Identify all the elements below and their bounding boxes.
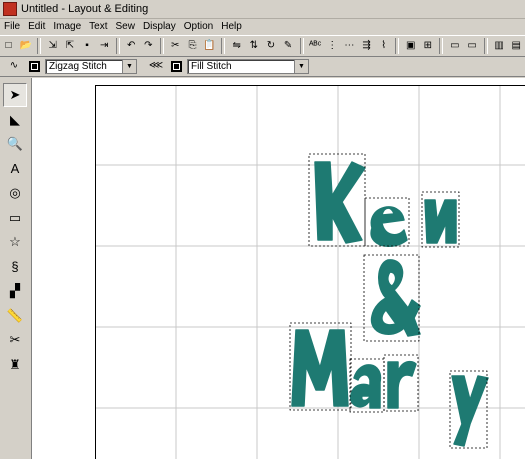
menu-help[interactable]: Help [217,21,246,32]
realistic-preview-icon[interactable]: ▭ [464,38,479,54]
property-icon[interactable]: ▥ [492,38,507,54]
arrange-icon[interactable]: ⋯ [342,38,357,54]
menu-text[interactable]: Text [85,21,111,32]
open-folder-icon[interactable]: 📂 [18,38,33,54]
send-to-card-icon[interactable]: ⇥ [97,38,112,54]
flip-icon[interactable]: ⇅ [246,38,261,54]
menu-edit[interactable]: Edit [24,21,49,32]
menu-image[interactable]: Image [49,21,85,32]
design-workspace[interactable] [32,78,525,459]
magic-wand-icon[interactable]: ✎ [281,38,296,54]
toolbar-separator [299,38,304,54]
chevron-down-icon[interactable]: ▼ [122,59,136,73]
undo-icon[interactable]: ↶ [124,38,139,54]
menu-option[interactable]: Option [180,21,217,32]
import-design-icon[interactable]: ⇱ [62,38,77,54]
line-color-swatch[interactable] [29,60,40,72]
rotate-icon[interactable]: ↻ [263,38,278,54]
help-icon[interactable]: ▤ [509,38,524,54]
toolbar-separator [115,38,120,54]
stitch-toolbar: ∿ Zigzag Stitch ▼ ⋘ Fill Stitch ▼ [0,56,525,77]
redo-icon[interactable]: ↷ [141,38,156,54]
mirror-icon[interactable]: ⇋ [229,38,244,54]
design-page-icon[interactable]: ▣ [403,38,418,54]
menu-bar: File Edit Image Text Sew Display Option … [0,19,525,34]
toolbar-separator [483,38,488,54]
paste-icon[interactable]: 📋 [202,38,217,54]
stamp-icon[interactable]: ♜ [3,353,27,377]
line-stitch-value: Zigzag Stitch [49,60,107,72]
import-icon[interactable]: ⇲ [45,38,60,54]
line-stitch-select[interactable]: Zigzag Stitch ▼ [45,58,137,74]
hoop-icon[interactable]: ⊞ [420,38,435,54]
toolbar-separator [37,38,42,54]
region-stitch-value: Fill Stitch [191,60,232,72]
copy-icon[interactable]: ⎘ [185,38,200,54]
menu-sew[interactable]: Sew [112,21,139,32]
point-edit-icon[interactable]: ◣ [3,108,27,132]
manual-punch-icon[interactable]: ✂ [3,328,27,352]
hoop-border [95,85,525,459]
preview-icon[interactable]: ▭ [447,38,462,54]
sewing-order-icon[interactable]: ⇶ [359,38,374,54]
region-color-swatch[interactable] [171,60,182,72]
toolbar-separator [395,38,400,54]
new-file-icon[interactable]: □ [1,38,16,54]
menu-file[interactable]: File [0,21,24,32]
toolbar-separator [439,38,444,54]
region-sew-icon[interactable]: ⋘ [148,58,164,74]
select-arrow-icon[interactable]: ➤ [3,83,27,107]
text-align-icon[interactable]: ⋮ [325,38,340,54]
toolbar-separator [159,38,164,54]
line-sew-icon[interactable]: ∿ [6,58,22,74]
shape-tool-icon[interactable]: ☆ [3,230,27,254]
save-icon[interactable]: ▪ [79,38,94,54]
cut-icon[interactable]: ✂ [168,38,183,54]
zoom-icon[interactable]: 🔍 [3,132,27,156]
region-stitch-select[interactable]: Fill Stitch ▼ [187,58,309,74]
chevron-down-icon[interactable]: ▼ [294,59,308,73]
text-attribute-icon[interactable]: ᴬᴮᶜ [308,38,323,54]
outline-tool-icon[interactable]: § [3,255,27,279]
window-title: Untitled - Layout & Editing [21,3,149,15]
measure-icon[interactable]: 📏 [3,304,27,328]
title-bar: Untitled - Layout & Editing [0,0,525,19]
menu-display[interactable]: Display [139,21,180,32]
stitch-shape-icon[interactable]: ▞ [3,279,27,303]
toolbar-separator [221,38,226,54]
app-icon [3,2,17,16]
circle-tool-icon[interactable]: ◎ [3,181,27,205]
main-toolbar: □ 📂 ⇲ ⇱ ▪ ⇥ ↶ ↷ ✂ ⎘ 📋 ⇋ ⇅ ↻ ✎ ᴬᴮᶜ ⋮ ⋯ ⇶ ⌇ ▣ ⊞ ▭ ▭ ▥ ▤ [0,35,525,57]
tool-box: ➤ ◣ 🔍 A ◎ ▭ ☆ § ▞ 📏 ✂ ♜ [0,78,32,459]
stitch-icon[interactable]: ⌇ [376,38,391,54]
rectangle-tool-icon[interactable]: ▭ [3,206,27,230]
text-tool-icon[interactable]: A [3,157,27,181]
